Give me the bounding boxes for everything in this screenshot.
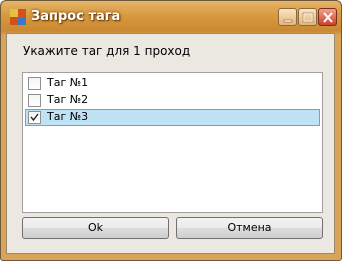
dialog-client-area: Укажите таг для 1 проход Таг №1 Таг №2 Т… — [6, 33, 335, 254]
close-icon — [323, 12, 333, 23]
checkbox-checked[interactable] — [28, 111, 41, 124]
window-title: Запрос тага — [31, 9, 121, 24]
checkbox[interactable] — [28, 77, 41, 90]
minimize-icon — [283, 19, 293, 23]
prompt-label: Укажите таг для 1 проход — [23, 44, 191, 58]
maximize-icon — [302, 12, 314, 23]
minimize-button[interactable] — [278, 8, 297, 26]
close-button[interactable] — [318, 8, 337, 26]
ok-button[interactable]: Ok — [22, 217, 169, 239]
app-icon — [10, 9, 26, 25]
dialog-window: Запрос тага Укажите таг для 1 проход Таг… — [0, 0, 342, 261]
checkbox[interactable] — [28, 94, 41, 107]
tag-checklist[interactable]: Таг №1 Таг №2 Таг №3 — [22, 72, 323, 213]
list-item-selected[interactable]: Таг №3 — [25, 109, 320, 126]
item-label: Таг №3 — [47, 110, 89, 123]
list-item[interactable]: Таг №2 — [25, 92, 320, 109]
cancel-button[interactable]: Отмена — [176, 217, 323, 239]
check-icon — [30, 113, 39, 122]
title-bar[interactable]: Запрос тага — [1, 1, 341, 33]
item-label: Таг №1 — [47, 76, 89, 89]
maximize-button[interactable] — [298, 8, 317, 26]
item-label: Таг №2 — [47, 93, 89, 106]
list-item[interactable]: Таг №1 — [25, 75, 320, 92]
